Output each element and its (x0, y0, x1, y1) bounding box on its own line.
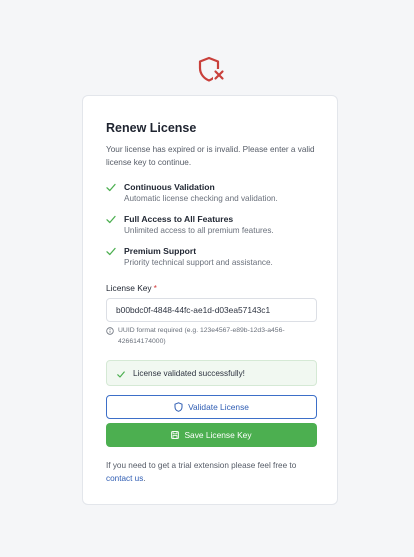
check-icon (106, 183, 116, 192)
license-key-label-text: License Key (106, 283, 152, 293)
info-icon (106, 327, 114, 335)
footer-message: If you need to get a trial extension ple… (106, 461, 297, 470)
license-key-hint: UUID format required (e.g. 123e4567-e89b… (118, 327, 285, 345)
feature-title: Premium Support (124, 246, 197, 256)
save-license-key-button[interactable]: Save License Key (106, 423, 317, 447)
renew-license-card: Renew License Your license has expired o… (82, 95, 338, 505)
save-icon (171, 431, 180, 439)
feature-description: Priority technical support and assistanc… (124, 258, 273, 267)
feature-title: Full Access to All Features (124, 214, 234, 224)
feature-description: Automatic license checking and validatio… (124, 194, 278, 203)
status-message: License validated successfully! (106, 360, 317, 386)
card-description: Your license has expired or is invalid. … (106, 145, 315, 167)
feature-title: Continuous Validation (124, 182, 215, 192)
save-license-key-label: Save License Key (184, 430, 252, 440)
shield-icon (174, 402, 183, 412)
validate-license-button[interactable]: Validate License (106, 395, 317, 419)
check-icon (117, 371, 125, 378)
check-icon (106, 247, 116, 256)
license-key-input[interactable] (106, 298, 317, 322)
required-marker: * (153, 283, 157, 293)
footer-text: If you need to get a trial extension ple… (106, 460, 321, 485)
feature-description: Unlimited access to all premium features… (124, 226, 274, 235)
shield-x-icon (198, 56, 225, 82)
footer-period: . (143, 473, 146, 483)
validate-license-label: Validate License (188, 402, 249, 412)
check-icon (106, 215, 116, 224)
contact-us-link[interactable]: contact us (106, 474, 143, 483)
status-text: License validated successfully! (133, 369, 245, 378)
license-key-label: License Key * (106, 283, 157, 293)
card-title: Renew License (106, 121, 197, 135)
